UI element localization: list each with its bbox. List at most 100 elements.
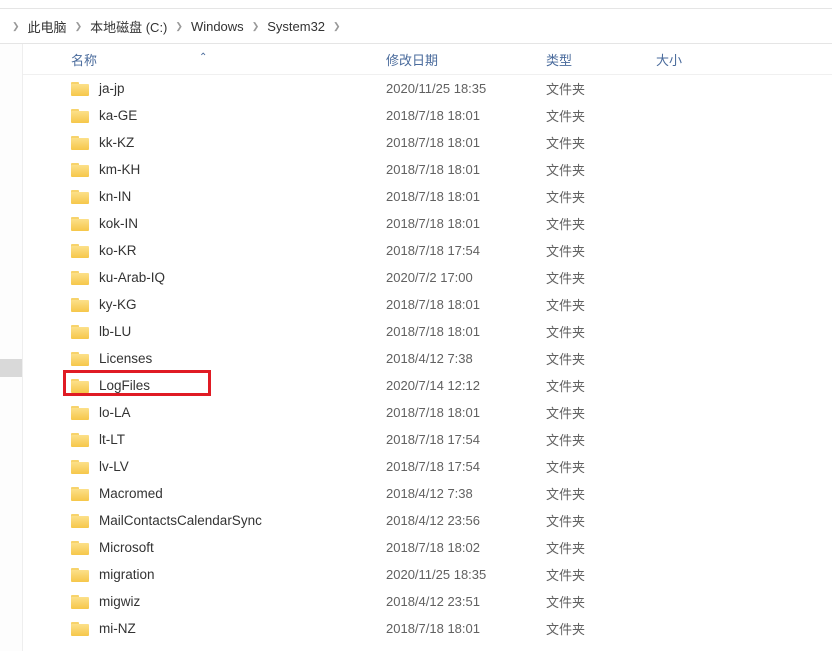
window-top-border: [0, 0, 832, 9]
cell-date: 2018/7/18 18:01: [386, 324, 546, 339]
folder-icon: [71, 595, 89, 609]
folder-icon: [71, 406, 89, 420]
file-name-label: lo-LA: [99, 405, 131, 420]
cell-name: ka-GE: [71, 108, 386, 123]
cell-name: lv-LV: [71, 459, 386, 474]
table-row[interactable]: lb-LU2018/7/18 18:01文件夹: [23, 318, 832, 345]
cell-name: lb-LU: [71, 324, 386, 339]
cell-type: 文件夹: [546, 538, 656, 557]
breadcrumb[interactable]: ❯ 此电脑 ❯ 本地磁盘 (C:) ❯ Windows ❯ System32 ❯: [0, 9, 832, 44]
folder-icon: [71, 136, 89, 150]
cell-date: 2018/7/18 18:01: [386, 189, 546, 204]
cell-name: MailContactsCalendarSync: [71, 513, 386, 528]
table-row[interactable]: ko-KR 2018/7/18 17:54文件夹: [23, 237, 832, 264]
table-row[interactable]: ku-Arab-IQ2020/7/2 17:00文件夹: [23, 264, 832, 291]
table-row[interactable]: MailContactsCalendarSync 2018/4/12 23:56文…: [23, 507, 832, 534]
folder-icon: [71, 82, 89, 96]
table-row[interactable]: lt-LT2018/7/18 17:54文件夹: [23, 426, 832, 453]
cell-date: 2018/4/12 23:51: [386, 594, 546, 609]
cell-date: 2018/4/12 23:56: [386, 513, 546, 528]
cell-date: 2018/7/18 18:01: [386, 297, 546, 312]
file-name-label: MailContactsCalendarSync: [99, 513, 262, 528]
table-row[interactable]: migwiz2018/4/12 23:51文件夹: [23, 588, 832, 615]
gutter-highlight: [0, 359, 22, 377]
table-row[interactable]: kn-IN 2018/7/18 18:01文件夹: [23, 183, 832, 210]
chevron-right-icon: ❯: [252, 21, 260, 32]
cell-name: kn-IN: [71, 189, 386, 204]
folder-icon: [71, 541, 89, 555]
left-gutter: [0, 44, 23, 651]
file-name-label: Macromed: [99, 486, 163, 501]
sort-indicator-icon: ⌃: [199, 52, 207, 63]
file-name-label: ko-KR: [99, 243, 137, 258]
cell-date: 2020/11/25 18:35: [386, 567, 546, 582]
file-name-label: ku-Arab-IQ: [99, 270, 165, 285]
breadcrumb-item[interactable]: Windows: [191, 19, 244, 34]
table-row[interactable]: Licenses2018/4/12 7:38文件夹: [23, 345, 832, 372]
chevron-right-icon: ❯: [175, 21, 183, 32]
cell-date: 2018/7/18 18:01: [386, 216, 546, 231]
column-header-name-label: 名称: [71, 53, 97, 68]
table-row[interactable]: ja-jp 2020/11/25 18:35文件夹: [23, 75, 832, 102]
file-name-label: lv-LV: [99, 459, 129, 474]
file-name-label: kn-IN: [99, 189, 131, 204]
folder-icon: [71, 514, 89, 528]
cell-type: 文件夹: [546, 295, 656, 314]
cell-type: 文件夹: [546, 214, 656, 233]
cell-type: 文件夹: [546, 403, 656, 422]
cell-type: 文件夹: [546, 430, 656, 449]
cell-type: 文件夹: [546, 484, 656, 503]
folder-icon: [71, 325, 89, 339]
column-header-name[interactable]: 名称 ⌃: [71, 50, 386, 69]
cell-type: 文件夹: [546, 511, 656, 530]
cell-date: 2018/7/18 18:01: [386, 108, 546, 123]
breadcrumb-item[interactable]: 本地磁盘 (C:): [90, 17, 167, 36]
cell-type: 文件夹: [546, 322, 656, 341]
cell-date: 2020/11/25 18:35: [386, 81, 546, 96]
folder-icon: [71, 109, 89, 123]
folder-icon: [71, 460, 89, 474]
cell-name: LogFiles: [71, 378, 386, 393]
table-row[interactable]: Macromed 2018/4/12 7:38文件夹: [23, 480, 832, 507]
table-row[interactable]: km-KH2018/7/18 18:01文件夹: [23, 156, 832, 183]
table-row[interactable]: ky-KG2018/7/18 18:01文件夹: [23, 291, 832, 318]
cell-name: kok-IN: [71, 216, 386, 231]
main-area: 名称 ⌃ 修改日期 类型 大小 ja-jp2020/11/25 18:35文件夹…: [0, 44, 832, 651]
cell-date: 2018/4/12 7:38: [386, 486, 546, 501]
cell-date: 2018/7/18 17:54: [386, 459, 546, 474]
table-row[interactable]: ka-GE2018/7/18 18:01文件夹: [23, 102, 832, 129]
cell-date: 2020/7/14 12:12: [386, 378, 546, 393]
cell-name: lo-LA: [71, 405, 386, 420]
table-row[interactable]: kok-IN2018/7/18 18:01文件夹: [23, 210, 832, 237]
folder-icon: [71, 352, 89, 366]
cell-type: 文件夹: [546, 457, 656, 476]
column-header-type[interactable]: 类型: [546, 50, 656, 69]
breadcrumb-item[interactable]: 此电脑: [28, 17, 67, 36]
table-row[interactable]: mi-NZ2018/7/18 18:01文件夹: [23, 615, 832, 642]
cell-date: 2018/7/18 18:02: [386, 540, 546, 555]
file-name-label: ja-jp: [99, 81, 125, 96]
cell-type: 文件夹: [546, 160, 656, 179]
folder-icon: [71, 568, 89, 582]
chevron-right-icon: ❯: [75, 21, 83, 32]
cell-date: 2018/7/18 17:54: [386, 243, 546, 258]
column-header-size[interactable]: 大小: [656, 50, 736, 69]
cell-date: 2018/7/18 18:01: [386, 162, 546, 177]
column-header-date[interactable]: 修改日期: [386, 50, 546, 69]
table-row[interactable]: kk-KZ2018/7/18 18:01文件夹: [23, 129, 832, 156]
cell-type: 文件夹: [546, 79, 656, 98]
table-row[interactable]: lo-LA2018/7/18 18:01文件夹: [23, 399, 832, 426]
file-name-label: kk-KZ: [99, 135, 134, 150]
breadcrumb-item[interactable]: System32: [267, 19, 325, 34]
folder-icon: [71, 433, 89, 447]
table-row[interactable]: lv-LV 2018/7/18 17:54文件夹: [23, 453, 832, 480]
table-row[interactable]: LogFiles2020/7/14 12:12文件夹: [23, 372, 832, 399]
cell-type: 文件夹: [546, 592, 656, 611]
cell-name: mi-NZ: [71, 621, 386, 636]
cell-name: km-KH: [71, 162, 386, 177]
table-row[interactable]: Microsoft2018/7/18 18:02文件夹: [23, 534, 832, 561]
cell-type: 文件夹: [546, 241, 656, 260]
cell-name: migwiz: [71, 594, 386, 609]
cell-type: 文件夹: [546, 187, 656, 206]
table-row[interactable]: migration2020/11/25 18:35文件夹: [23, 561, 832, 588]
